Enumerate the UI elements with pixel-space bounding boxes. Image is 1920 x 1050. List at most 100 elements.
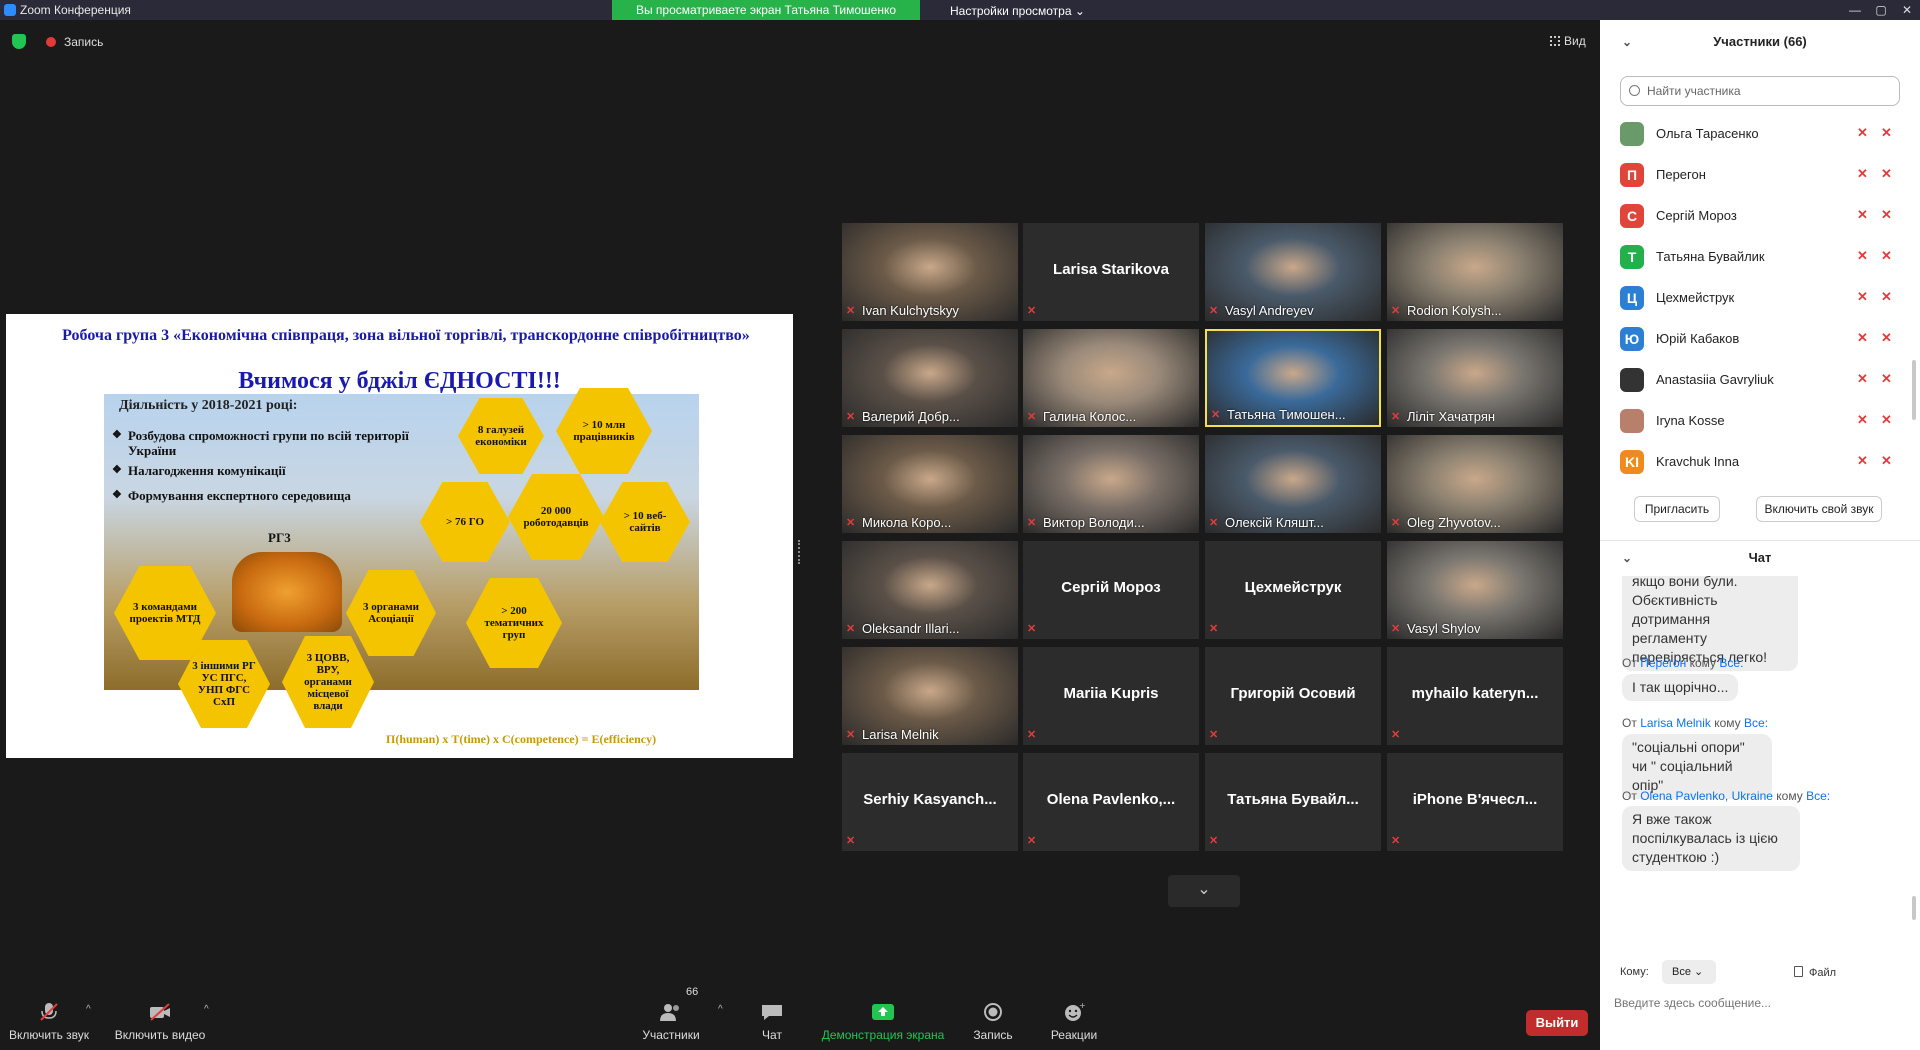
split-resize-handle[interactable]: [798, 540, 800, 564]
close-button[interactable]: ✕: [1894, 0, 1920, 20]
slide-title: Робоча група 3 «Економічна співпраця, зо…: [62, 327, 750, 344]
participant-row[interactable]: KI Kravchuk Inna ✕ ✕: [1600, 442, 1920, 482]
muted-mic-icon: ✕: [846, 623, 856, 635]
participant-name: Ольга Тарасенко: [1656, 126, 1759, 141]
video-tile[interactable]: Галина Колос... ✕: [1023, 329, 1199, 427]
video-tile[interactable]: Виктор Володи... ✕: [1023, 435, 1199, 533]
chat-message: Я вже також поспілкувалась із цією студе…: [1622, 806, 1800, 871]
participant-row[interactable]: Ц Цехмейструк ✕ ✕: [1600, 278, 1920, 318]
chat-title: Чат: [1748, 550, 1772, 565]
video-tile[interactable]: Цехмейструк ✕: [1205, 541, 1381, 639]
share-screen-button[interactable]: Демонстрация экрана: [820, 980, 946, 1042]
muted-mic-icon: ✕: [846, 835, 856, 847]
muted-mic-icon: ✕: [1209, 305, 1219, 317]
video-tile[interactable]: Vasyl Shylov ✕: [1387, 541, 1563, 639]
participant-row[interactable]: Anastasiia Gavryliuk ✕ ✕: [1600, 360, 1920, 400]
video-tile[interactable]: Larisa Starikova ✕: [1023, 223, 1199, 321]
unmute-button[interactable]: Включить звук ^: [8, 980, 91, 1042]
muted-mic-icon: ✕: [1209, 623, 1219, 635]
participant-row[interactable]: Т Татьяна Бувайлик ✕ ✕: [1600, 237, 1920, 277]
participant-name: Larisa Melnik: [862, 727, 939, 742]
video-tile[interactable]: Oleg Zhyvotov... ✕: [1387, 435, 1563, 533]
file-button[interactable]: Файл: [1794, 966, 1836, 979]
muted-mic-icon: ✕: [1209, 729, 1219, 741]
participant-name: Лілiт Хачатрян: [1407, 409, 1496, 424]
participant-name: Цехмейструк: [1244, 579, 1342, 596]
participant-row[interactable]: П Перегон ✕ ✕: [1600, 155, 1920, 195]
chat-messages: якщо вони були. Обєктивність дотримання …: [1600, 576, 1920, 948]
leave-meeting-button[interactable]: Выйти: [1526, 1010, 1588, 1036]
participant-name: Юрій Кабаков: [1656, 331, 1740, 346]
participants-button[interactable]: Участники 66 ^: [636, 980, 722, 1042]
video-tile[interactable]: Vasyl Andreyev ✕: [1205, 223, 1381, 321]
chat-button[interactable]: Чат: [752, 980, 792, 1042]
video-tile[interactable]: Татьяна Тимошен... ✕: [1205, 329, 1381, 427]
video-tile[interactable]: iPhone В'ячесл... ✕: [1387, 753, 1563, 851]
participant-name: Перегон: [1656, 167, 1706, 182]
muted-mic-icon: ✕: [1211, 409, 1221, 421]
video-off-icon: ✕: [1881, 412, 1892, 427]
chat-recipient-select[interactable]: Все ⌄: [1662, 960, 1716, 984]
video-tile[interactable]: Олексій Кляшт... ✕: [1205, 435, 1381, 533]
video-tile[interactable]: Serhiy Kasyanch... ✕: [842, 753, 1018, 851]
video-tile[interactable]: Olena Pavlenko,... ✕: [1023, 753, 1199, 851]
video-tile[interactable]: Rodion Kolysh... ✕: [1387, 223, 1563, 321]
participants-icon: [660, 1004, 679, 1021]
participant-row[interactable]: Ю Юрій Кабаков ✕ ✕: [1600, 319, 1920, 359]
start-video-button[interactable]: Включить видео ^: [112, 980, 209, 1042]
muted-mic-icon: ✕: [1857, 453, 1868, 468]
record-button[interactable]: Запись: [968, 980, 1018, 1042]
participant-name: Татьяна Бувайл...: [1227, 791, 1359, 808]
muted-mic-icon: ✕: [1391, 305, 1401, 317]
reactions-button[interactable]: + Реакции: [1046, 980, 1102, 1042]
avatar: П: [1620, 163, 1644, 187]
collapse-chat-icon[interactable]: ⌄: [1622, 541, 1632, 575]
participant-name: Григорій Осовий: [1230, 685, 1356, 702]
participants-options-caret[interactable]: ^: [718, 1004, 723, 1015]
participant-search-input[interactable]: Найти участника: [1620, 76, 1900, 106]
participant-row[interactable]: Ольга Тарасенко ✕ ✕: [1600, 114, 1920, 154]
participant-name: Олексій Кляшт...: [1225, 515, 1324, 530]
chat-header: ⌄ Чат: [1600, 540, 1920, 574]
chat-message-input[interactable]: [1614, 992, 1904, 1014]
view-settings-button[interactable]: Настройки просмотра ⌄: [950, 4, 1085, 18]
video-options-caret[interactable]: ^: [204, 1004, 209, 1015]
video-tile[interactable]: Лілiт Хачатрян ✕: [1387, 329, 1563, 427]
video-tile[interactable]: Mariia Kupris ✕: [1023, 647, 1199, 745]
unmute-me-button[interactable]: Включить свой звук: [1756, 496, 1882, 522]
participant-row[interactable]: С Сергій Мороз ✕ ✕: [1600, 196, 1920, 236]
participant-name: Ivan Kulchytskyy: [862, 303, 959, 318]
video-tile[interactable]: Ivan Kulchytskyy ✕: [842, 223, 1018, 321]
maximize-button[interactable]: ▢: [1868, 0, 1894, 20]
svg-text:+: +: [1079, 1002, 1086, 1010]
shared-screen: Робоча група 3 «Економічна співпраця, зо…: [6, 314, 793, 758]
video-tile[interactable]: Микола Коро... ✕: [842, 435, 1018, 533]
video-tile[interactable]: Григорій Осовий ✕: [1205, 647, 1381, 745]
window-controls: — ▢ ✕: [1842, 0, 1920, 20]
slide-bullet: Формування експертного середовища: [112, 488, 428, 503]
video-tile[interactable]: Валерий Добр... ✕: [842, 329, 1018, 427]
video-tile[interactable]: myhailo kateryn... ✕: [1387, 647, 1563, 745]
next-page-button[interactable]: ⌄: [1168, 875, 1240, 907]
video-tile[interactable]: Oleksandr Illari... ✕: [842, 541, 1018, 639]
participant-row[interactable]: Iryna Kosse ✕ ✕: [1600, 401, 1920, 441]
video-tile[interactable]: Сергій Мороз ✕: [1023, 541, 1199, 639]
video-tile[interactable]: Татьяна Бувайл... ✕: [1205, 753, 1381, 851]
audio-options-caret[interactable]: ^: [86, 1004, 91, 1015]
muted-mic-icon: ✕: [1857, 289, 1868, 304]
participant-name: Oleg Zhyvotov...: [1407, 515, 1501, 530]
video-tile[interactable]: Larisa Melnik ✕: [842, 647, 1018, 745]
participants-scrollbar[interactable]: [1912, 360, 1916, 420]
video-off-icon: ✕: [1881, 207, 1892, 222]
chat-scrollbar[interactable]: [1912, 896, 1916, 920]
muted-mic-icon: ✕: [846, 729, 856, 741]
collapse-participants-icon[interactable]: ⌄: [1622, 20, 1632, 64]
screen-share-banner: Вы просматриваете экран Татьяна Тимошенк…: [612, 0, 920, 20]
participant-name: Цехмейструк: [1656, 290, 1735, 305]
invite-button[interactable]: Пригласить: [1634, 496, 1720, 522]
shield-icon[interactable]: [12, 34, 26, 49]
minimize-button[interactable]: —: [1842, 0, 1868, 20]
chat-message: І так щорічно...: [1622, 674, 1739, 701]
video-off-icon: ✕: [1881, 453, 1892, 468]
view-button[interactable]: Вид: [1550, 34, 1586, 48]
